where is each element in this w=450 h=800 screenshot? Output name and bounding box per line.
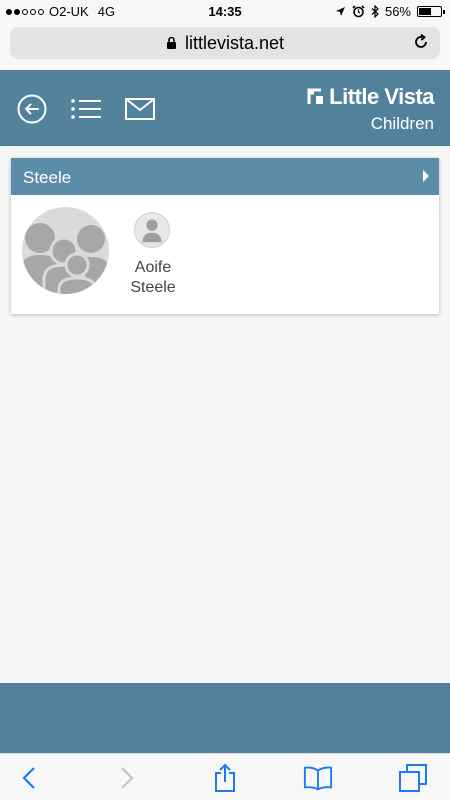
browser-address-area: littlevista.net	[0, 22, 450, 70]
chevron-right-icon	[423, 170, 429, 182]
share-icon	[215, 763, 235, 792]
back-circle-icon	[17, 94, 47, 124]
mail-icon	[125, 98, 155, 120]
family-header[interactable]: Steele	[11, 158, 439, 195]
tabs-button[interactable]	[398, 763, 428, 793]
location-arrow-icon	[335, 7, 345, 16]
url-text: littlevista.net	[184, 32, 285, 53]
reload-icon[interactable]	[412, 33, 430, 51]
family-avatar[interactable]	[22, 207, 109, 294]
brand-name: Little Vista	[329, 84, 434, 109]
child-last-name: Steele	[130, 279, 176, 296]
share-button[interactable]	[210, 763, 240, 793]
battery-percent: 56%	[384, 4, 411, 19]
brand-logo: Little Vista Children	[307, 84, 434, 134]
child-avatar	[134, 212, 170, 248]
child-name: Aoife Steele	[123, 258, 183, 298]
person-icon	[142, 219, 162, 243]
status-bar: O2-UK 4G 14:35 56%	[0, 0, 450, 22]
group-people-icon	[22, 223, 109, 294]
chevron-right-icon	[121, 767, 134, 789]
menu-button[interactable]	[70, 93, 102, 125]
family-name: Steele	[23, 168, 72, 187]
browser-forward-button[interactable]	[112, 763, 142, 793]
alarm-icon	[352, 5, 365, 18]
battery-icon	[417, 6, 445, 17]
bookmarks-button[interactable]	[303, 763, 333, 793]
address-bar[interactable]: littlevista.net	[10, 27, 440, 59]
app-footer	[0, 683, 450, 753]
logo-mark-icon	[307, 88, 324, 104]
back-button[interactable]	[16, 93, 48, 125]
chevron-left-icon	[22, 767, 35, 789]
list-icon	[71, 99, 101, 119]
browser-back-button[interactable]	[14, 763, 44, 793]
family-card: Steele Aoife Steele	[11, 158, 439, 314]
messages-button[interactable]	[124, 93, 156, 125]
book-icon	[303, 766, 333, 791]
child-item[interactable]: Aoife Steele	[126, 212, 178, 298]
app-header: Little Vista Children	[0, 70, 450, 146]
page-title: Children	[370, 114, 434, 133]
child-first-name: Aoife	[134, 259, 172, 276]
battery-fill	[419, 8, 431, 15]
tabs-icon	[399, 764, 427, 792]
browser-toolbar	[0, 753, 450, 800]
bluetooth-icon	[371, 5, 379, 18]
lock-icon	[166, 36, 176, 49]
